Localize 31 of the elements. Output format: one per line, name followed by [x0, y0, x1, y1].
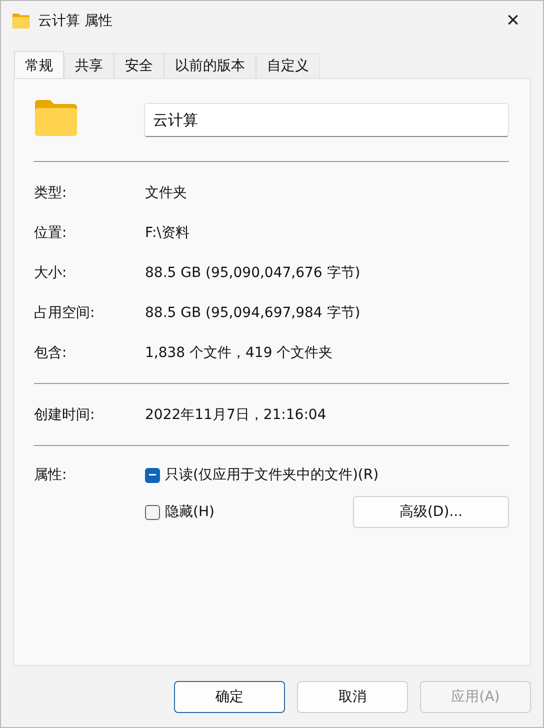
tab[interactable]: 共享 — [64, 53, 114, 78]
folder-icon — [12, 13, 30, 29]
field-label: 创建时间: — [34, 406, 96, 424]
field-value: F:\资料 — [145, 224, 190, 242]
checkbox[interactable] — [145, 504, 160, 520]
field-value: 88.5 GB (95,094,697,984 字节) — [145, 304, 360, 322]
tab[interactable]: 常规 — [14, 51, 64, 79]
close-button[interactable]: ✕ — [493, 3, 533, 39]
checkbox-label: 只读(仅应用于文件夹中的文件)(R) — [165, 466, 379, 484]
tab[interactable]: 以前的版本 — [164, 53, 256, 78]
field-label: 类型: — [34, 184, 68, 202]
name-field[interactable]: 云计算 — [144, 103, 509, 137]
dialog-button[interactable]: 确定 — [174, 680, 285, 712]
checkbox-label: 隐藏(H) — [165, 503, 214, 521]
field-value: 88.5 GB (95,090,047,676 字节) — [145, 264, 360, 282]
dash-icon — [149, 474, 156, 476]
field-label: 位置: — [34, 224, 68, 242]
field-value: 2022年11月7日，21:16:04 — [145, 406, 326, 424]
advanced-button[interactable]: 高级(D)... — [353, 496, 509, 528]
field-value: 文件夹 — [145, 184, 187, 202]
field-label: 大小: — [34, 264, 68, 282]
dialog-button[interactable]: 取消 — [297, 680, 408, 712]
window-title: 云计算 属性 — [38, 12, 114, 30]
field-value: 1,838 个文件，419 个文件夹 — [145, 344, 333, 362]
checkbox[interactable] — [145, 468, 160, 482]
attributes-label: 属性: — [34, 466, 68, 485]
field-label: 占用空间: — [34, 304, 96, 322]
tab[interactable]: 自定义 — [256, 53, 320, 78]
folder-icon — [34, 99, 78, 137]
field-label: 包含: — [34, 344, 68, 362]
tab[interactable]: 安全 — [114, 53, 164, 78]
